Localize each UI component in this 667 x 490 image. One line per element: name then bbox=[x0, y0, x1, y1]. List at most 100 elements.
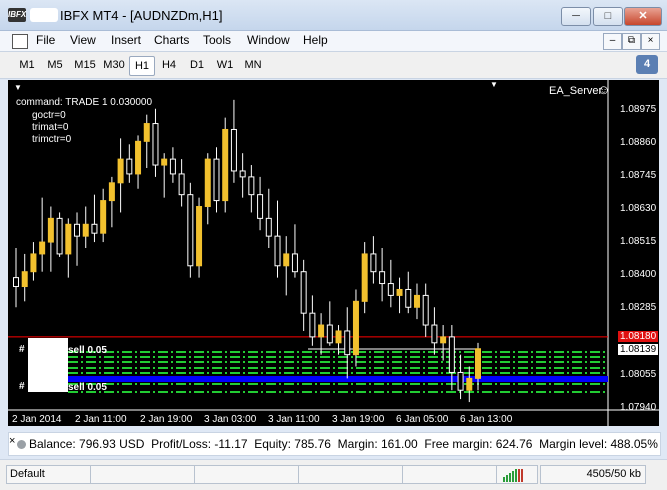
candle-bear bbox=[309, 312, 316, 338]
price-line-label: 1.08180 bbox=[618, 331, 659, 342]
chart-window-icon[interactable] bbox=[12, 34, 28, 49]
time-tick: 3 Jan 03:00 bbox=[204, 414, 257, 425]
free-margin-value: Free margin: 624.76 bbox=[424, 437, 533, 451]
tf-m15[interactable]: M15 bbox=[70, 56, 100, 74]
chart-menu-arrow-icon[interactable]: ▼ bbox=[14, 83, 22, 92]
ea-smiley-icon[interactable]: ☺ bbox=[597, 82, 610, 97]
time-tick: 3 Jan 11:00 bbox=[268, 414, 320, 425]
candle-bull bbox=[222, 128, 229, 202]
tf-m1[interactable]: M1 bbox=[14, 56, 40, 74]
menu-file[interactable]: File bbox=[36, 33, 55, 47]
candle-bear bbox=[74, 223, 81, 237]
order-label-top: sell 0.05 bbox=[68, 345, 107, 356]
tf-m5[interactable]: M5 bbox=[42, 56, 68, 74]
tf-mn[interactable]: MN bbox=[240, 56, 266, 74]
candle-bear bbox=[91, 223, 98, 234]
candle-bear bbox=[379, 271, 386, 285]
candle-bear bbox=[344, 330, 351, 356]
ea-name-label: EA_Server bbox=[549, 85, 603, 97]
maximize-button[interactable]: □ bbox=[593, 7, 623, 26]
price-tick: 1.08745 bbox=[620, 170, 657, 181]
candle-bull bbox=[30, 253, 37, 273]
price-tick: 1.08515 bbox=[620, 236, 657, 247]
margin-value: Margin: 161.00 bbox=[337, 437, 418, 451]
candle-bear bbox=[405, 288, 412, 308]
candle-bull bbox=[466, 377, 473, 391]
candle-bull bbox=[352, 300, 359, 356]
menu-window[interactable]: Window bbox=[247, 33, 290, 47]
candle-bull bbox=[108, 182, 115, 202]
equity-value: Equity: 785.76 bbox=[254, 437, 331, 451]
candle-bear bbox=[422, 294, 429, 326]
candlestick-chart bbox=[8, 80, 659, 426]
candle-bear bbox=[257, 194, 264, 219]
time-tick: 6 Jan 05:00 bbox=[396, 414, 449, 425]
candle-bull bbox=[135, 140, 142, 175]
candle-bear bbox=[187, 194, 194, 267]
candle-bear bbox=[370, 253, 377, 273]
candle-bear bbox=[178, 173, 185, 196]
profile-name[interactable]: Default bbox=[6, 465, 91, 484]
menu-help[interactable]: Help bbox=[303, 33, 328, 47]
price-tick: 1.08400 bbox=[620, 269, 657, 280]
candle-bear bbox=[387, 283, 394, 296]
balance-value: Balance: 796.93 USD bbox=[29, 437, 145, 451]
tf-w1[interactable]: W1 bbox=[212, 56, 238, 74]
minimize-button[interactable]: ─ bbox=[561, 7, 591, 26]
candle-bull bbox=[196, 206, 203, 267]
title-bar: IBFX IBFX MT4 - [AUDNZDm,H1] ─ □ ✕ bbox=[0, 0, 667, 31]
time-tick: 2 Jan 19:00 bbox=[140, 414, 193, 425]
profit-loss-value: Profit/Loss: -11.17 bbox=[151, 437, 248, 451]
menu-bar: File View Insert Charts Tools Window Hel… bbox=[0, 31, 667, 52]
candle-bear bbox=[56, 217, 63, 255]
margin-level-value: Margin level: 488.05% bbox=[539, 437, 658, 451]
candle-bull bbox=[100, 200, 107, 234]
candle-bull bbox=[47, 217, 54, 243]
selected-order-line bbox=[68, 376, 608, 382]
candle-bull bbox=[65, 223, 72, 255]
status-cell-empty-1 bbox=[90, 465, 195, 484]
price-tick: 1.08285 bbox=[620, 302, 657, 313]
candle-bull bbox=[440, 336, 447, 344]
candle-bull bbox=[361, 253, 368, 302]
mdi-close-button[interactable]: × bbox=[641, 33, 660, 50]
chart-shift-marker-icon: ▼ bbox=[490, 80, 498, 89]
tf-d1[interactable]: D1 bbox=[184, 56, 210, 74]
mdi-minimize-button[interactable]: – bbox=[603, 33, 622, 50]
redacted-account-number bbox=[30, 8, 58, 22]
menu-tools[interactable]: Tools bbox=[203, 33, 231, 47]
candle-bull bbox=[161, 158, 168, 166]
ea-goctr-text: goctr=0 bbox=[32, 110, 66, 121]
connection-bars-icon[interactable] bbox=[496, 465, 538, 484]
candle-bear bbox=[448, 336, 455, 373]
ea-trimat-text: trimat=0 bbox=[32, 122, 69, 133]
tf-h1[interactable]: H1 bbox=[129, 56, 155, 76]
candle-bear bbox=[431, 324, 438, 344]
price-chart[interactable]: ▼ ▼ command: TRADE 1 0.030000 goctr=0 tr… bbox=[8, 80, 659, 426]
candle-bull bbox=[143, 123, 150, 142]
candle-bear bbox=[248, 176, 255, 196]
time-tick: 2 Jan 11:00 bbox=[75, 414, 127, 425]
app-logo-icon: IBFX bbox=[8, 8, 26, 22]
price-tick: 1.08860 bbox=[620, 137, 657, 148]
close-button[interactable]: ✕ bbox=[624, 7, 662, 26]
candle-bull bbox=[21, 271, 28, 288]
notification-badge-icon[interactable]: 4 bbox=[636, 55, 658, 74]
candle-bear bbox=[126, 158, 133, 175]
traffic-counter: 4505/50 kb bbox=[540, 465, 646, 484]
candle-bear bbox=[300, 271, 307, 314]
menu-charts[interactable]: Charts bbox=[154, 33, 189, 47]
time-tick: 6 Jan 13:00 bbox=[460, 414, 513, 425]
mdi-restore-button[interactable]: ⧉ bbox=[622, 33, 641, 50]
candle-bull bbox=[117, 158, 124, 184]
terminal-close-icon[interactable]: × bbox=[9, 435, 15, 447]
status-dot-icon bbox=[17, 440, 26, 449]
candle-bear bbox=[265, 217, 272, 237]
tf-m30[interactable]: M30 bbox=[100, 56, 128, 74]
status-cell-empty-3 bbox=[298, 465, 403, 484]
status-cell-empty-4 bbox=[402, 465, 497, 484]
tf-h4[interactable]: H4 bbox=[156, 56, 182, 74]
menu-view[interactable]: View bbox=[70, 33, 96, 47]
menu-insert[interactable]: Insert bbox=[111, 33, 141, 47]
candle-bull bbox=[413, 294, 420, 308]
